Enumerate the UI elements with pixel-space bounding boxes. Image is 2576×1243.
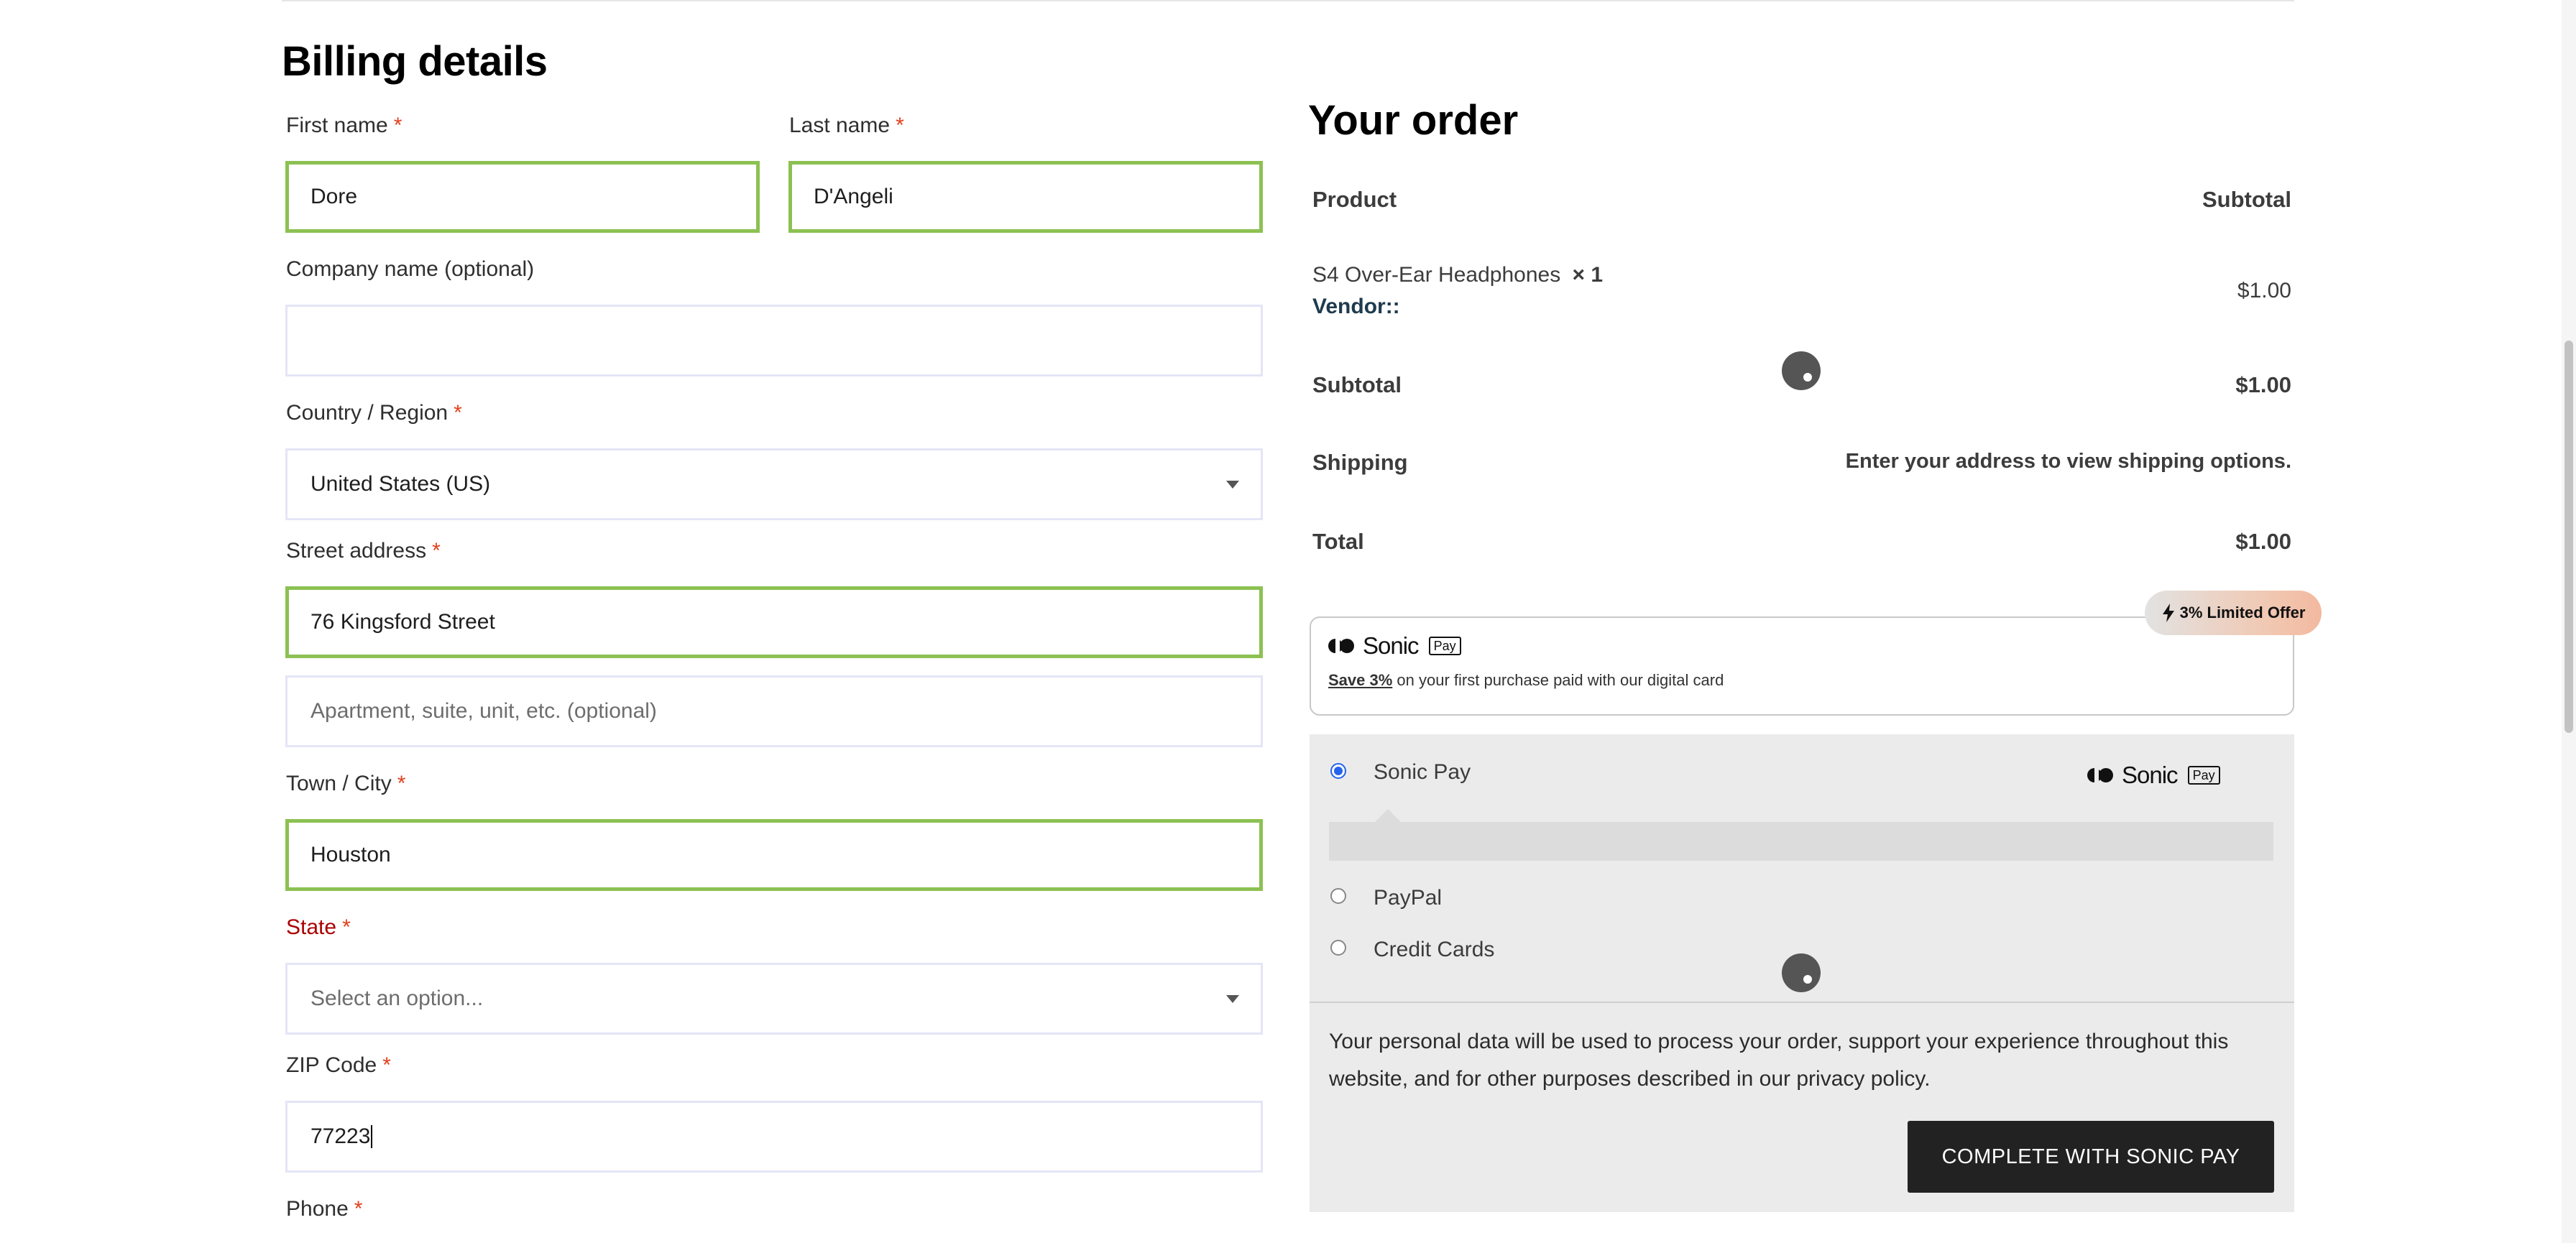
state-label: State *: [286, 915, 351, 939]
state-select[interactable]: Select an option...: [285, 963, 1263, 1035]
last-name-input[interactable]: D'Angeli: [788, 161, 1263, 233]
chevron-down-icon: [1226, 481, 1239, 489]
chevron-down-icon: [1226, 995, 1239, 1003]
street-address-input[interactable]: 76 Kingsford Street: [285, 586, 1263, 658]
subtotal-label: Subtotal: [1312, 372, 1402, 397]
zip-label: ZIP Code *: [286, 1053, 391, 1077]
billing-title: Billing details: [282, 38, 548, 85]
order-item-price: $1.00: [2237, 279, 2291, 302]
order-item-vendor: Vendor::: [1312, 295, 1400, 318]
street-label: Street address *: [286, 539, 441, 563]
limited-offer-badge: 3% Limited Offer: [2145, 591, 2322, 635]
order-item-name: S4 Over-Ear Headphones × 1: [1312, 263, 1604, 287]
shipping-label: Shipping: [1312, 450, 1408, 475]
payment-panel-pointer: [1375, 809, 1401, 822]
shipping-value: Enter your address to view shipping opti…: [1845, 450, 2291, 473]
city-input[interactable]: Houston: [285, 819, 1263, 891]
top-divider: [282, 0, 2294, 1]
phone-label: Phone *: [286, 1197, 363, 1221]
sonic-promo-banner[interactable]: Sonic Pay Save 3% on your first purchase…: [1310, 616, 2294, 716]
company-label: Company name (optional): [286, 257, 535, 281]
company-input[interactable]: [285, 305, 1263, 376]
text-cursor: [371, 1125, 373, 1148]
credit-cards-label[interactable]: Credit Cards: [1374, 938, 1494, 962]
sonic-pay-label[interactable]: Sonic Pay: [1374, 760, 1471, 785]
order-title: Your order: [1308, 97, 1519, 144]
first-name-input[interactable]: Dore: [285, 161, 760, 233]
total-value: $1.00: [2235, 529, 2291, 554]
promo-text: Save 3% on your first purchase paid with…: [1328, 671, 1724, 689]
lightning-icon: [2162, 604, 2174, 622]
zip-input[interactable]: 77223: [285, 1101, 1263, 1173]
scrollbar-thumb[interactable]: [2564, 341, 2573, 733]
credit-cards-radio[interactable]: [1330, 940, 1346, 956]
total-label: Total: [1312, 529, 1364, 554]
first-name-label: First name *: [286, 114, 402, 137]
paypal-radio[interactable]: [1330, 888, 1346, 904]
complete-with-sonic-pay-button[interactable]: COMPLETE WITH SONIC PAY: [1908, 1121, 2274, 1193]
paypal-label[interactable]: PayPal: [1374, 886, 1442, 910]
apartment-input[interactable]: Apartment, suite, unit, etc. (optional): [285, 675, 1263, 747]
sonic-pay-panel: [1329, 822, 2273, 861]
subtotal-value: $1.00: [2235, 372, 2291, 397]
loading-spinner-icon: [1782, 351, 1821, 390]
loading-spinner-icon: [1782, 953, 1821, 992]
country-select[interactable]: United States (US): [285, 448, 1263, 520]
col-subtotal-header: Subtotal: [2202, 187, 2291, 212]
sonic-pay-radio[interactable]: [1330, 763, 1346, 779]
col-product-header: Product: [1312, 187, 1397, 212]
payment-divider: [1310, 1002, 2294, 1003]
city-label: Town / City *: [286, 772, 406, 795]
country-label: Country / Region *: [286, 401, 462, 425]
privacy-notice: Your personal data will be used to proce…: [1329, 1030, 2229, 1091]
last-name-label: Last name *: [789, 114, 904, 137]
sonic-logo-icon: Sonic Pay: [2087, 762, 2220, 789]
sonic-logo-icon: Sonic Pay: [1328, 632, 1461, 660]
